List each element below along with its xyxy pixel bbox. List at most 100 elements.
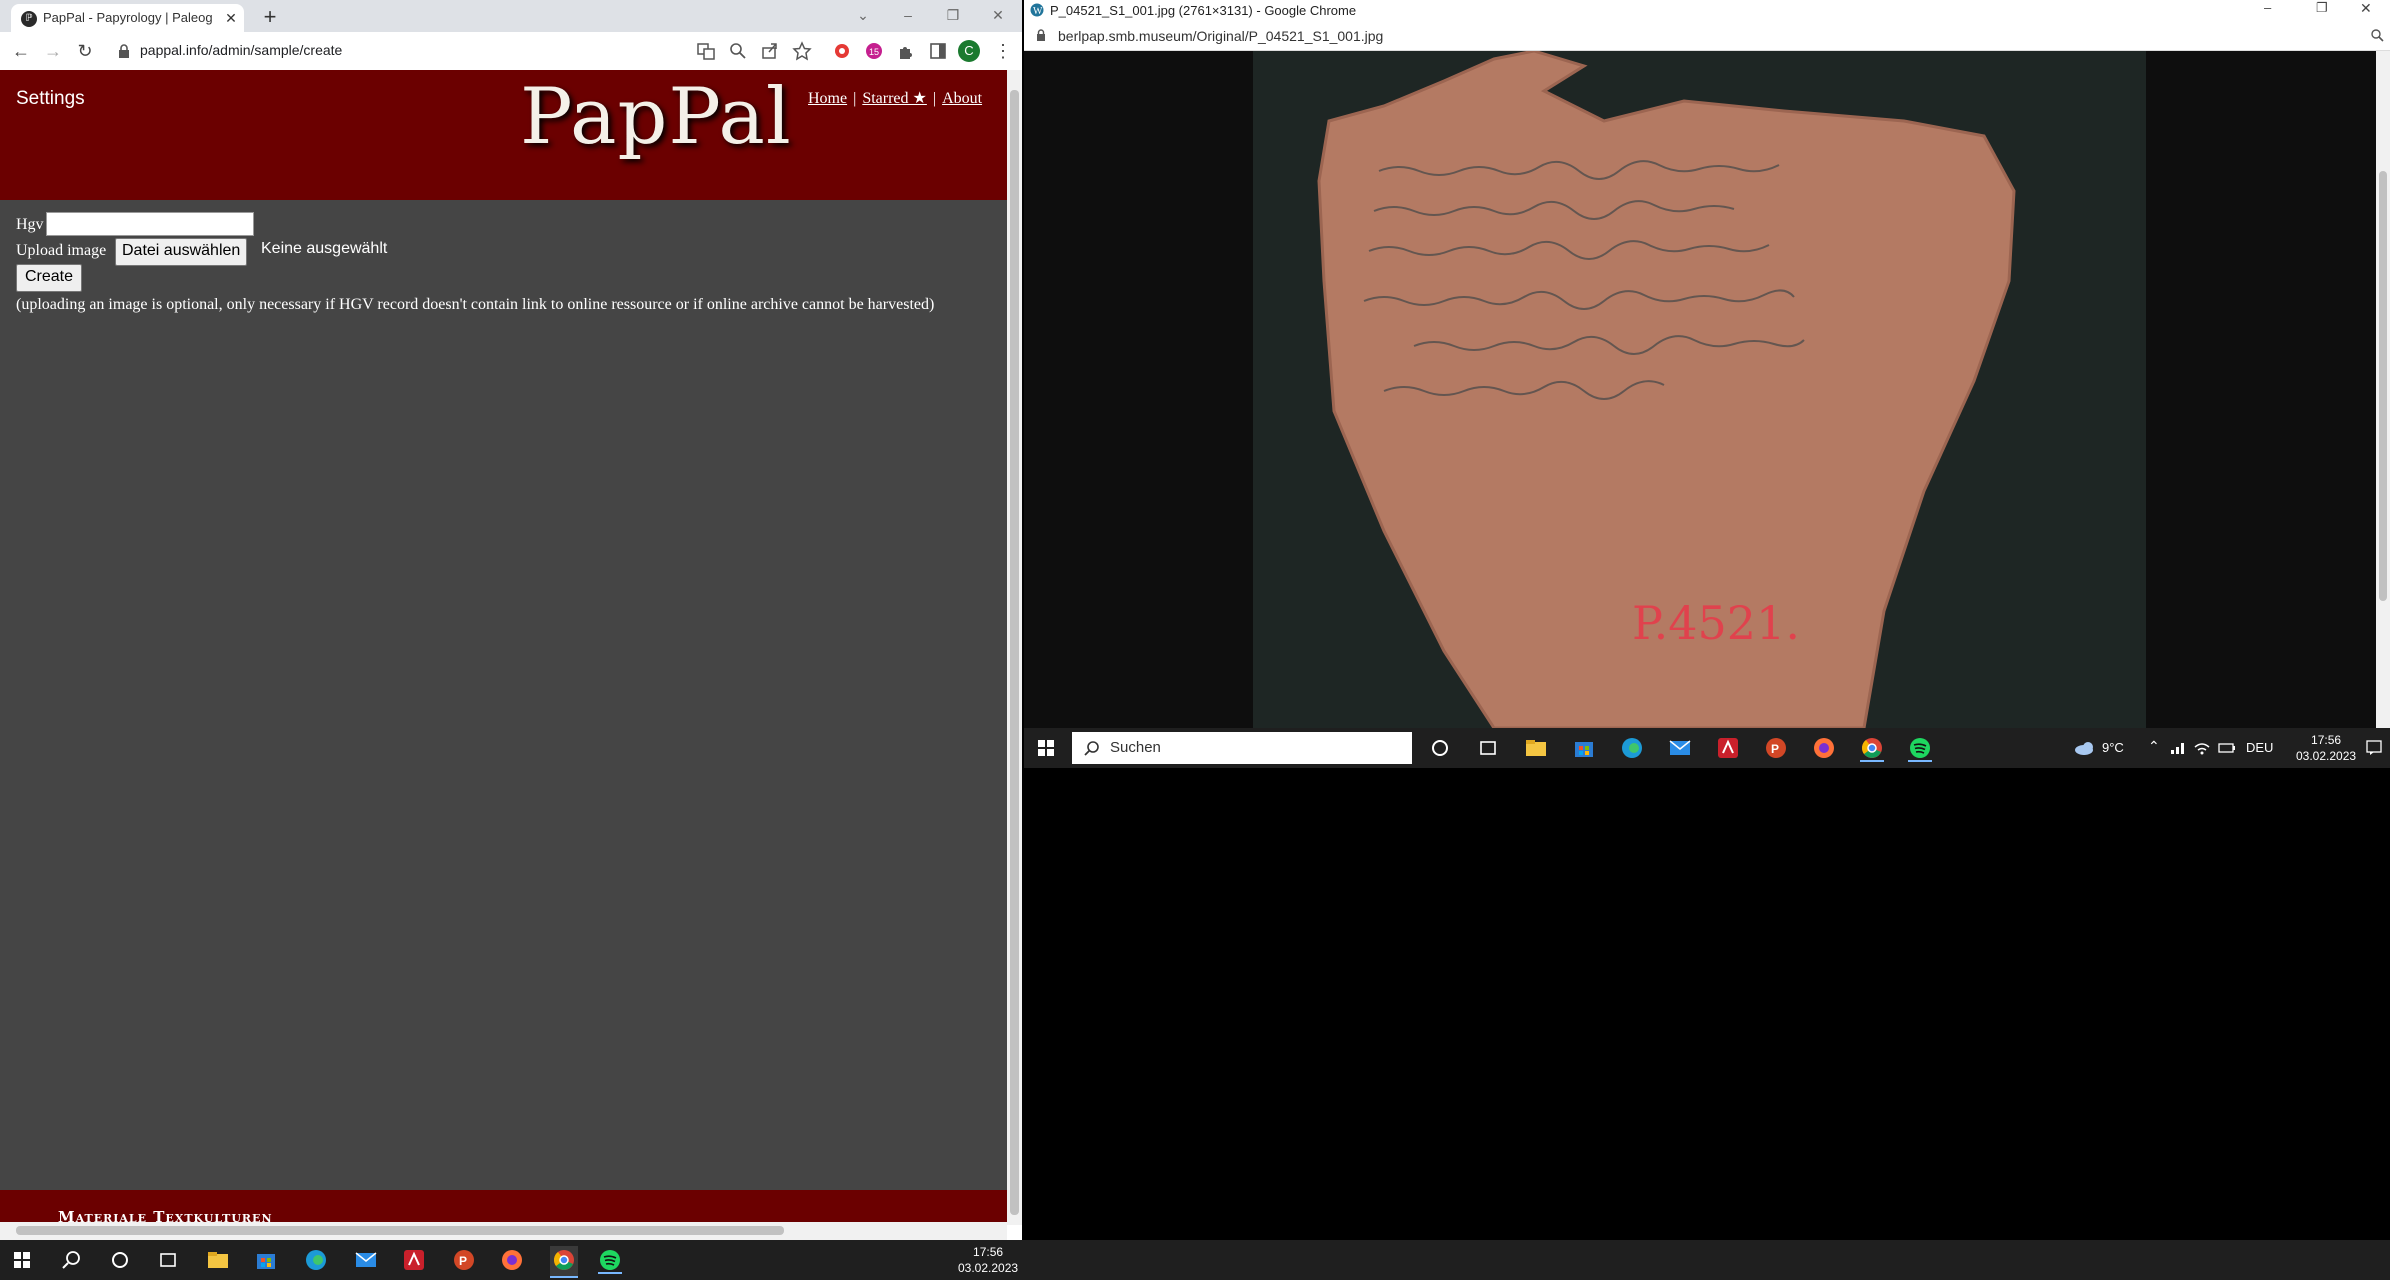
acrobat-icon[interactable] xyxy=(1716,736,1740,760)
search-icon[interactable] xyxy=(60,1248,84,1272)
scroll-thumb[interactable] xyxy=(16,1226,784,1235)
mail-icon[interactable] xyxy=(1668,736,1692,760)
zoom-icon[interactable] xyxy=(728,41,748,61)
weather-temp[interactable]: 9°C xyxy=(2102,740,2124,755)
upload-note: (uploading an image is optional, only ne… xyxy=(16,296,935,313)
extensions-puzzle-icon[interactable] xyxy=(896,41,916,61)
close-window-button[interactable]: ✕ xyxy=(980,4,1016,26)
new-tab-button[interactable]: + xyxy=(258,6,282,30)
translate-icon[interactable] xyxy=(696,41,716,61)
menu-kebab-icon[interactable]: ⋮ xyxy=(992,40,1014,62)
lock-icon xyxy=(1036,29,1046,41)
museum-inventory-stamp: P.4521. xyxy=(1632,596,1800,650)
restore-button[interactable]: ❐ xyxy=(935,4,971,26)
clock[interactable]: 17:56 03.02.2023 xyxy=(2296,732,2356,764)
tab-strip: ℙ PapPal - Papyrology | Paleography ✕ + … xyxy=(0,0,1022,32)
language-indicator[interactable]: DEU xyxy=(2246,740,2273,755)
spotify-icon[interactable] xyxy=(598,1248,622,1274)
address-bar[interactable]: pappal.info/admin/sample/create xyxy=(108,36,708,66)
cloud-weather-icon[interactable] xyxy=(2074,740,2098,756)
nav-about-link[interactable]: About xyxy=(942,90,982,107)
edge-icon[interactable] xyxy=(304,1248,328,1272)
back-icon[interactable]: ← xyxy=(10,40,32,62)
battery-icon[interactable] xyxy=(2218,741,2236,755)
chrome-icon[interactable] xyxy=(550,1246,578,1278)
browser-toolbar: ← → ↻ pappal.info/admin/sample/create 15… xyxy=(0,32,1022,71)
cortana-icon[interactable] xyxy=(1428,736,1452,760)
mail-icon[interactable] xyxy=(354,1248,378,1272)
microsoft-store-icon[interactable] xyxy=(254,1248,278,1272)
vertical-scrollbar[interactable] xyxy=(1007,70,1022,1225)
file-explorer-icon[interactable] xyxy=(206,1248,230,1272)
site-footer: Materiale Textkulturen xyxy=(0,1190,1007,1225)
task-view-icon[interactable] xyxy=(1476,736,1500,760)
top-navigation: Home | Starred ★ | About xyxy=(808,88,982,108)
tab-close-icon[interactable]: ✕ xyxy=(223,10,239,26)
nav-home-link[interactable]: Home xyxy=(808,90,847,107)
wifi-icon[interactable] xyxy=(2194,741,2210,755)
share-icon[interactable] xyxy=(760,41,780,61)
profile-avatar[interactable]: C xyxy=(958,40,980,62)
clock-date: 03.02.2023 xyxy=(2296,749,2357,763)
horizontal-scrollbar[interactable] xyxy=(0,1222,1007,1240)
network-icon[interactable] xyxy=(2170,741,2186,755)
close-window-button[interactable]: ✕ xyxy=(2360,0,2372,17)
file-explorer-icon[interactable] xyxy=(1524,736,1548,760)
minimize-button[interactable]: – xyxy=(2264,0,2271,15)
tab-search-icon[interactable]: ⌄ xyxy=(845,4,881,26)
acrobat-icon[interactable] xyxy=(402,1248,426,1272)
create-button[interactable]: Create xyxy=(16,264,83,292)
clock-time: 17:56 xyxy=(2311,733,2342,747)
image-viewer[interactable]: P.4521. xyxy=(1024,49,2376,730)
clock-date: 03.02.2023 xyxy=(958,1261,1019,1275)
lock-icon xyxy=(118,44,130,58)
taskbar-search[interactable]: Suchen xyxy=(1072,732,1412,764)
address-bar[interactable]: berlpap.smb.museum/Original/P_04521_S1_0… xyxy=(1024,22,2390,51)
chrome-icon[interactable] xyxy=(1860,736,1884,762)
svg-text:P: P xyxy=(1771,742,1779,756)
right-browser-window: W P_04521_S1_001.jpg (2761×3131) - Googl… xyxy=(1024,0,2390,768)
vertical-scrollbar[interactable] xyxy=(2376,51,2390,728)
powerpoint-icon[interactable]: P xyxy=(1764,736,1788,760)
side-panel-icon[interactable] xyxy=(928,41,948,61)
settings-link[interactable]: Settings xyxy=(16,88,85,110)
reload-icon[interactable]: ↻ xyxy=(74,40,96,62)
svg-text:W: W xyxy=(1033,6,1043,17)
windows-start-icon[interactable] xyxy=(14,1252,30,1268)
task-view-icon[interactable] xyxy=(156,1248,180,1272)
extension-red-icon[interactable] xyxy=(832,41,852,61)
nav-separator: | xyxy=(853,90,857,107)
pappal-logo[interactable]: PapPal xyxy=(520,72,792,162)
restore-button[interactable]: ❐ xyxy=(2316,0,2328,16)
spotify-icon[interactable] xyxy=(1908,736,1932,762)
clock[interactable]: 17:56 03.02.2023 xyxy=(958,1244,1018,1276)
bookmark-star-icon[interactable] xyxy=(792,41,812,61)
nav-starred-link[interactable]: Starred ★ xyxy=(862,90,927,107)
forward-icon[interactable]: → xyxy=(42,40,64,62)
scroll-thumb[interactable] xyxy=(1010,90,1019,1215)
edge-icon[interactable] xyxy=(1620,736,1644,760)
extension-purple-icon[interactable]: 15 xyxy=(864,41,884,61)
zoom-icon[interactable] xyxy=(2370,28,2384,42)
firefox-icon[interactable] xyxy=(500,1248,524,1272)
svg-text:P: P xyxy=(459,1254,467,1268)
url-text: berlpap.smb.museum/Original/P_04521_S1_0… xyxy=(1058,28,1384,44)
tab-pappal[interactable]: ℙ PapPal - Papyrology | Paleography ✕ xyxy=(11,4,244,32)
hgv-input[interactable] xyxy=(46,212,254,236)
search-icon xyxy=(1084,740,1100,756)
scroll-thumb[interactable] xyxy=(2379,171,2387,601)
cortana-icon[interactable] xyxy=(108,1248,132,1272)
nav-separator: | xyxy=(932,90,937,107)
taskbar-inner: Suchen P 9°C ⌃ DEU 17:56 03.02.2023 xyxy=(1024,728,2390,768)
svg-text:15: 15 xyxy=(869,47,879,57)
url-text: pappal.info/admin/sample/create xyxy=(140,42,343,58)
microsoft-store-icon[interactable] xyxy=(1572,736,1596,760)
firefox-icon[interactable] xyxy=(1812,736,1836,760)
powerpoint-icon[interactable]: P xyxy=(452,1248,476,1272)
minimize-button[interactable]: – xyxy=(890,4,926,26)
windows-start-icon[interactable] xyxy=(1038,740,1054,756)
chevron-up-icon[interactable]: ⌃ xyxy=(2148,738,2160,755)
choose-file-button[interactable]: Datei auswählen xyxy=(115,238,248,266)
notification-icon[interactable] xyxy=(2366,740,2382,756)
hgv-label: Hgv xyxy=(16,216,44,233)
